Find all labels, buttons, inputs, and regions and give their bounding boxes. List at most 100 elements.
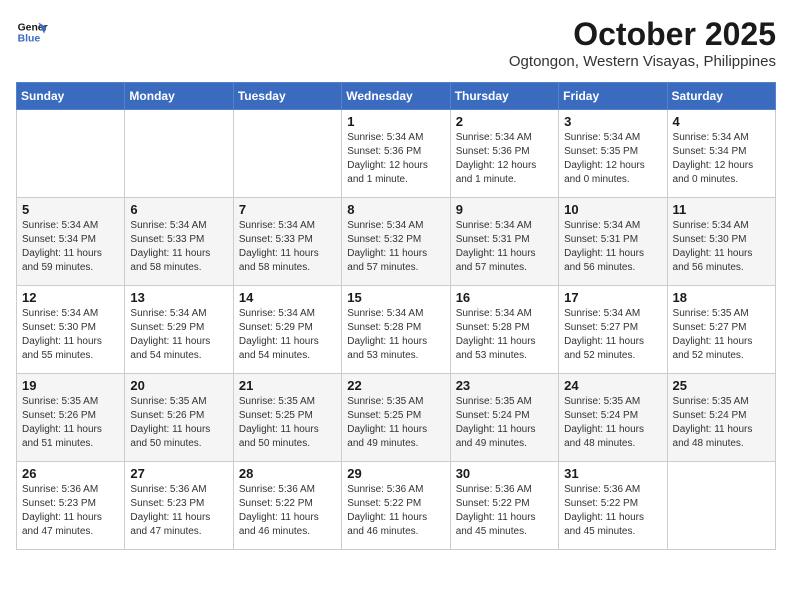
- week-row-3: 12 Sunrise: 5:34 AM Sunset: 5:30 PM Dayli…: [17, 286, 776, 374]
- day-info: Sunrise: 5:36 AM Sunset: 5:23 PM Dayligh…: [130, 483, 227, 539]
- calendar-cell: 13Sunrise: 5:34 AM Sunset: 5:29 PM Dayli…: [125, 286, 233, 374]
- day-number: 27: [130, 466, 227, 481]
- day-info: Sunrise: 5:34 AM Sunset: 5:33 PM Dayligh…: [130, 219, 227, 275]
- day-info: Sunrise: 5:35 AM Sunset: 5:25 PM Dayligh…: [347, 395, 444, 451]
- calendar-cell: 29 Sunrise: 5:36 AM Sunset: 5:22 PM Dayli…: [342, 462, 450, 550]
- day-number: 31: [564, 466, 661, 481]
- day-number: 2: [456, 114, 553, 129]
- calendar-cell: 22 Sunrise: 5:35 AM Sunset: 5:25 PM Dayli…: [342, 374, 450, 462]
- day-info: Sunrise: 5:35 AM Sunset: 5:24 PM Dayligh…: [564, 395, 661, 451]
- day-number: 9: [456, 202, 553, 217]
- calendar-cell: 6 Sunrise: 5:34 AM Sunset: 5:33 PM Daylig…: [125, 198, 233, 286]
- calendar-cell: 31 Sunrise: 5:36 AM Sunset: 5:22 PM Dayli…: [559, 462, 667, 550]
- calendar-cell: 28 Sunrise: 5:36 AM Sunset: 5:22 PM Dayli…: [233, 462, 341, 550]
- day-info: Sunrise: 5:36 AM Sunset: 5:22 PM Dayligh…: [456, 483, 553, 539]
- calendar-cell: 27 Sunrise: 5:36 AM Sunset: 5:23 PM Dayli…: [125, 462, 233, 550]
- calendar-cell: 5 Sunrise: 5:34 AM Sunset: 5:34 PM Daylig…: [17, 198, 125, 286]
- calendar-cell: [17, 110, 125, 198]
- day-number: 6: [130, 202, 227, 217]
- calendar-cell: 25Sunrise: 5:35 AM Sunset: 5:24 PM Dayli…: [667, 374, 775, 462]
- day-info: Sunrise: 5:36 AM Sunset: 5:23 PM Dayligh…: [22, 483, 119, 539]
- logo: General Blue: [16, 16, 48, 48]
- calendar-cell: 18 Sunrise: 5:35 AM Sunset: 5:27 PM Dayli…: [667, 286, 775, 374]
- day-info: Sunrise: 5:34 AM Sunset: 5:31 PM Dayligh…: [564, 219, 661, 275]
- header-tuesday: Tuesday: [233, 83, 341, 110]
- day-number: 10: [564, 202, 661, 217]
- header-thursday: Thursday: [450, 83, 558, 110]
- day-number: 12: [22, 290, 119, 305]
- calendar-cell: 17 Sunrise: 5:34 AM Sunset: 5:27 PM Dayli…: [559, 286, 667, 374]
- day-info: Sunrise: 5:35 AM Sunset: 5:26 PM Dayligh…: [22, 395, 119, 451]
- logo-icon: General Blue: [16, 16, 48, 48]
- calendar-cell: 4 Sunrise: 5:34 AM Sunset: 5:34 PM Daylig…: [667, 110, 775, 198]
- day-number: 17: [564, 290, 661, 305]
- day-number: 24: [564, 378, 661, 393]
- calendar-cell: [667, 462, 775, 550]
- day-info: Sunrise: 5:34 AM Sunset: 5:33 PM Dayligh…: [239, 219, 336, 275]
- calendar-cell: 15Sunrise: 5:34 AM Sunset: 5:28 PM Dayli…: [342, 286, 450, 374]
- week-row-1: 1 Sunrise: 5:34 AM Sunset: 5:36 PM Daylig…: [17, 110, 776, 198]
- day-number: 1: [347, 114, 444, 129]
- calendar-cell: 9Sunrise: 5:34 AM Sunset: 5:31 PM Daylig…: [450, 198, 558, 286]
- day-number: 11: [673, 202, 770, 217]
- calendar-cell: 30 Sunrise: 5:36 AM Sunset: 5:22 PM Dayli…: [450, 462, 558, 550]
- calendar-cell: 19 Sunrise: 5:35 AM Sunset: 5:26 PM Dayli…: [17, 374, 125, 462]
- day-number: 18: [673, 290, 770, 305]
- header-friday: Friday: [559, 83, 667, 110]
- calendar-table: SundayMondayTuesdayWednesdayThursdayFrid…: [16, 82, 776, 550]
- day-info: Sunrise: 5:36 AM Sunset: 5:22 PM Dayligh…: [239, 483, 336, 539]
- day-info: Sunrise: 5:35 AM Sunset: 5:27 PM Dayligh…: [673, 307, 770, 363]
- header-sunday: Sunday: [17, 83, 125, 110]
- calendar-cell: 24 Sunrise: 5:35 AM Sunset: 5:24 PM Dayli…: [559, 374, 667, 462]
- week-row-4: 19 Sunrise: 5:35 AM Sunset: 5:26 PM Dayli…: [17, 374, 776, 462]
- day-info: Sunrise: 5:35 AM Sunset: 5:24 PM Dayligh…: [456, 395, 553, 451]
- day-number: 4: [673, 114, 770, 129]
- day-number: 19: [22, 378, 119, 393]
- day-number: 5: [22, 202, 119, 217]
- day-info: Sunrise: 5:34 AM Sunset: 5:34 PM Dayligh…: [22, 219, 119, 275]
- day-number: 29: [347, 466, 444, 481]
- calendar-cell: 3Sunrise: 5:34 AM Sunset: 5:35 PM Daylig…: [559, 110, 667, 198]
- week-row-2: 5 Sunrise: 5:34 AM Sunset: 5:34 PM Daylig…: [17, 198, 776, 286]
- calendar-cell: [125, 110, 233, 198]
- calendar-cell: 12 Sunrise: 5:34 AM Sunset: 5:30 PM Dayli…: [17, 286, 125, 374]
- calendar-cell: 16 Sunrise: 5:34 AM Sunset: 5:28 PM Dayli…: [450, 286, 558, 374]
- header-monday: Monday: [125, 83, 233, 110]
- header-saturday: Saturday: [667, 83, 775, 110]
- day-number: 8: [347, 202, 444, 217]
- day-info: Sunrise: 5:34 AM Sunset: 5:28 PM Dayligh…: [456, 307, 553, 363]
- title-block: October 2025 Ogtongon, Western Visayas, …: [509, 16, 776, 70]
- day-number: 30: [456, 466, 553, 481]
- calendar-header-row: SundayMondayTuesdayWednesdayThursdayFrid…: [17, 83, 776, 110]
- day-info: Sunrise: 5:34 AM Sunset: 5:30 PM Dayligh…: [673, 219, 770, 275]
- calendar-cell: 7Sunrise: 5:34 AM Sunset: 5:33 PM Daylig…: [233, 198, 341, 286]
- month-year-title: October 2025: [509, 16, 776, 53]
- day-info: Sunrise: 5:36 AM Sunset: 5:22 PM Dayligh…: [564, 483, 661, 539]
- day-number: 22: [347, 378, 444, 393]
- calendar-cell: 26 Sunrise: 5:36 AM Sunset: 5:23 PM Dayli…: [17, 462, 125, 550]
- day-number: 20: [130, 378, 227, 393]
- day-info: Sunrise: 5:34 AM Sunset: 5:34 PM Dayligh…: [673, 131, 770, 187]
- day-info: Sunrise: 5:34 AM Sunset: 5:30 PM Dayligh…: [22, 307, 119, 363]
- day-number: 23: [456, 378, 553, 393]
- calendar-cell: 23 Sunrise: 5:35 AM Sunset: 5:24 PM Dayli…: [450, 374, 558, 462]
- day-info: Sunrise: 5:34 AM Sunset: 5:27 PM Dayligh…: [564, 307, 661, 363]
- page-header: General Blue October 2025 Ogtongon, West…: [16, 16, 776, 70]
- header-wednesday: Wednesday: [342, 83, 450, 110]
- day-info: Sunrise: 5:34 AM Sunset: 5:32 PM Dayligh…: [347, 219, 444, 275]
- day-info: Sunrise: 5:36 AM Sunset: 5:22 PM Dayligh…: [347, 483, 444, 539]
- day-number: 16: [456, 290, 553, 305]
- day-info: Sunrise: 5:34 AM Sunset: 5:36 PM Dayligh…: [347, 131, 444, 187]
- calendar-cell: 10 Sunrise: 5:34 AM Sunset: 5:31 PM Dayli…: [559, 198, 667, 286]
- calendar-cell: 14Sunrise: 5:34 AM Sunset: 5:29 PM Dayli…: [233, 286, 341, 374]
- week-row-5: 26 Sunrise: 5:36 AM Sunset: 5:23 PM Dayli…: [17, 462, 776, 550]
- calendar-cell: 21Sunrise: 5:35 AM Sunset: 5:25 PM Dayli…: [233, 374, 341, 462]
- day-info: Sunrise: 5:34 AM Sunset: 5:35 PM Dayligh…: [564, 131, 661, 187]
- svg-text:Blue: Blue: [18, 34, 41, 45]
- calendar-cell: [233, 110, 341, 198]
- day-number: 28: [239, 466, 336, 481]
- day-number: 26: [22, 466, 119, 481]
- day-info: Sunrise: 5:35 AM Sunset: 5:26 PM Dayligh…: [130, 395, 227, 451]
- day-info: Sunrise: 5:35 AM Sunset: 5:24 PM Dayligh…: [673, 395, 770, 451]
- day-number: 13: [130, 290, 227, 305]
